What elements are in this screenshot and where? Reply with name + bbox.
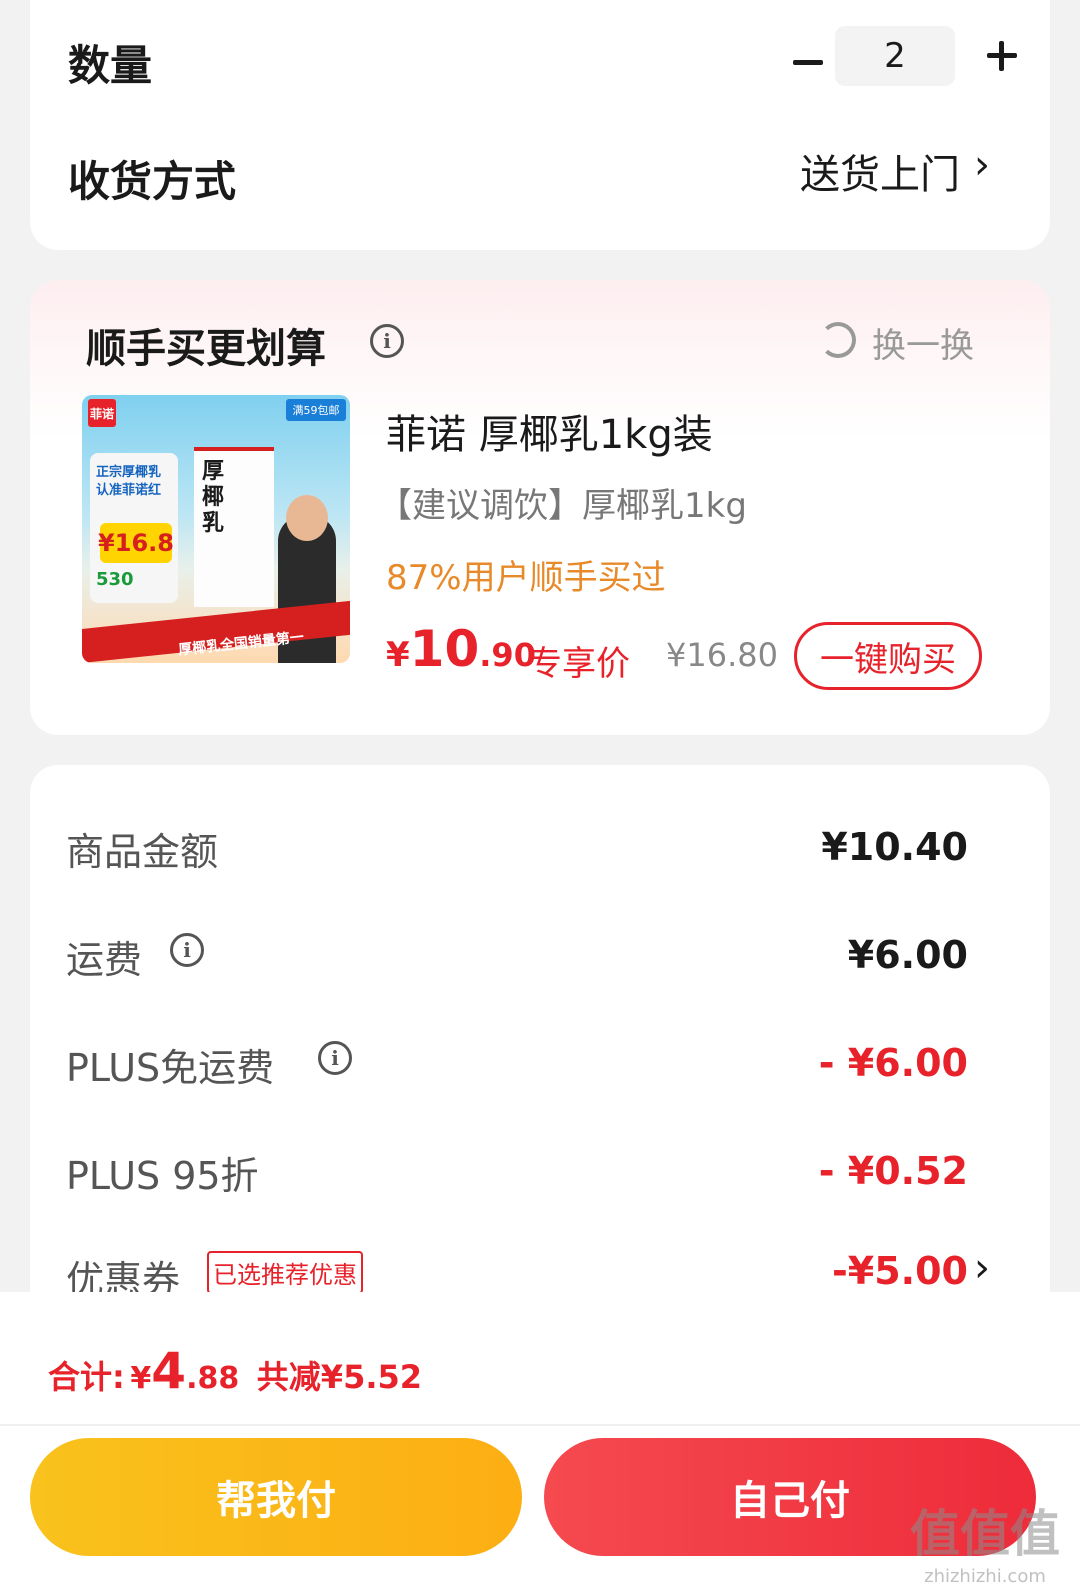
plus-discount-value: - ¥0.52 — [818, 1149, 968, 1193]
order-options-card: 数量 2 收货方式 送货上门 › — [30, 0, 1050, 250]
coupon-selected-tag: 已选推荐优惠 — [207, 1251, 363, 1294]
subtotal-value: ¥10.40 — [821, 825, 968, 869]
price-symbol: ¥ — [386, 635, 410, 675]
price-summary-card: 商品金额 ¥10.40 运费 i ¥6.00 PLUS免运费 i - ¥6.00… — [30, 765, 1050, 1325]
order-total: 合计: ¥4.88 共减¥5.52 — [48, 1342, 422, 1400]
brand-logo: 菲诺 — [88, 399, 116, 427]
promo-bonus: 530 — [96, 569, 134, 590]
exclusive-price-tag: 专享价 — [528, 644, 630, 684]
subtotal-label: 商品金额 — [66, 830, 219, 874]
promo-price: ¥16.8 — [98, 523, 174, 563]
refresh-button[interactable]: 换一换 — [872, 318, 974, 367]
total-saved: 共减¥5.52 — [256, 1358, 423, 1396]
help-pay-button[interactable]: 帮我付 — [30, 1438, 522, 1556]
watermark-logo: 值值值 — [910, 1505, 1060, 1563]
product-image[interactable]: 菲诺 满59包邮 正宗厚椰乳 认准菲诺红 ¥16.8 530 厚椰乳 厚椰乳全国… — [82, 395, 350, 663]
chevron-right-icon: › — [974, 1245, 990, 1291]
product-subtitle: 【建议调饮】厚椰乳1kg — [378, 486, 747, 526]
package-label: 厚椰乳 — [202, 459, 225, 536]
shipping-fee-label: 运费 — [66, 938, 143, 982]
product-package: 厚椰乳 — [194, 447, 274, 607]
model-head — [286, 495, 328, 541]
promo-panel: 正宗厚椰乳 认准菲诺红 ¥16.8 530 — [90, 453, 178, 603]
info-icon[interactable]: i — [318, 1041, 352, 1075]
chevron-right-icon: › — [974, 142, 990, 188]
product-name[interactable]: 菲诺 厚椰乳1kg装 — [386, 402, 713, 460]
price-integer: 10 — [409, 620, 480, 678]
plus-free-shipping-label: PLUS免运费 — [66, 1046, 275, 1090]
promo-line: 正宗厚椰乳 — [96, 465, 162, 480]
bundle-offer-card: 顺手买更划算 i 换一换 菲诺 满59包邮 正宗厚椰乳 认准菲诺红 ¥16.8 … — [30, 280, 1050, 735]
delivery-method-label: 收货方式 — [68, 157, 237, 206]
quantity-decrease-button[interactable] — [778, 32, 838, 92]
info-icon[interactable]: i — [170, 933, 204, 967]
product-price: ¥10.90 — [386, 620, 536, 678]
total-integer: 4 — [151, 1342, 187, 1400]
total-label: 合计: — [48, 1358, 125, 1396]
quantity-input[interactable]: 2 — [835, 26, 955, 86]
total-decimal: .88 — [186, 1361, 240, 1396]
plus-free-shipping-value: - ¥6.00 — [818, 1041, 968, 1085]
one-click-buy-button[interactable]: 一键购买 — [794, 622, 982, 690]
coupon-value: -¥5.00 — [832, 1249, 968, 1293]
bundle-title: 顺手买更划算 — [86, 326, 326, 372]
shipping-fee-value: ¥6.00 — [847, 933, 968, 977]
total-symbol: ¥ — [130, 1361, 152, 1396]
promo-line: 认准菲诺红 — [96, 483, 162, 498]
watermark: 值值值 zhizhizhi.com — [910, 1494, 1060, 1587]
divider — [0, 1424, 1080, 1426]
checkout-bar: 合计: ¥4.88 共减¥5.52 帮我付 自己付 值值值 zhizhizhi.… — [0, 1292, 1080, 1591]
refresh-icon[interactable] — [820, 322, 856, 358]
quantity-label: 数量 — [68, 41, 153, 90]
shipping-badge: 满59包邮 — [286, 399, 346, 421]
delivery-method-value[interactable]: 送货上门 — [800, 142, 960, 200]
quantity-increase-button[interactable] — [972, 26, 1032, 86]
social-proof-text: 87%用户顺手买过 — [386, 558, 666, 598]
plus-discount-label: PLUS 95折 — [66, 1154, 259, 1198]
info-icon[interactable]: i — [370, 324, 404, 358]
original-price: ¥16.80 — [666, 636, 778, 674]
watermark-site: zhizhizhi.com — [924, 1566, 1046, 1587]
